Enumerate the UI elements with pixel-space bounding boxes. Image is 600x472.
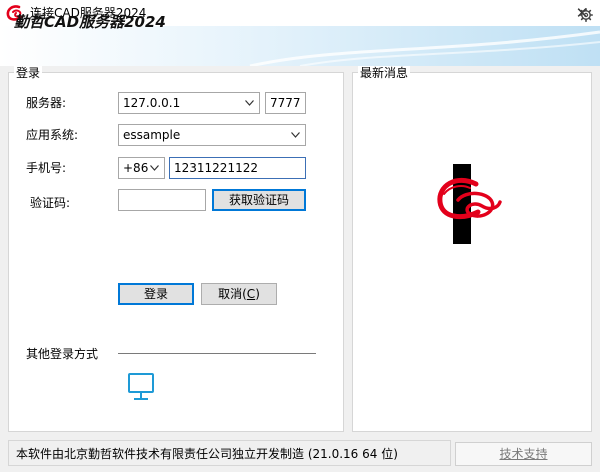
chevron-down-icon — [291, 132, 300, 138]
banner-title: 勤哲CAD服务器2024 — [14, 13, 166, 31]
other-login-divider — [118, 353, 316, 354]
country-code-combobox[interactable]: +86 — [118, 157, 165, 179]
copyright-text: 本软件由北京勤哲软件技术有限责任公司独立开发制造 (21.0.16 64 位) — [16, 447, 398, 461]
get-code-button[interactable]: 获取验证码 — [212, 189, 306, 211]
news-group-caption: 最新消息 — [358, 66, 411, 80]
cancel-hotkey: C — [246, 287, 256, 301]
cancel-label-prefix: 取消( — [218, 287, 247, 301]
server-label: 服务器: — [26, 96, 67, 110]
banner-wave-decoration — [249, 30, 600, 66]
chevron-down-icon — [150, 165, 159, 171]
verification-code-label: 验证码: — [30, 196, 71, 210]
phone-input[interactable]: 12311221122 — [169, 157, 306, 179]
chevron-down-icon — [245, 100, 254, 106]
login-group-caption: 登录 — [14, 66, 43, 80]
server-combobox[interactable]: 127.0.0.1 — [118, 92, 260, 114]
country-code-value: +86 — [123, 161, 149, 175]
tech-support-button[interactable]: 技术支持 — [455, 442, 592, 466]
banner — [0, 26, 600, 66]
app-system-label: 应用系统: — [26, 128, 79, 142]
server-value: 127.0.0.1 — [123, 96, 181, 110]
phone-label: 手机号: — [26, 161, 67, 175]
login-button[interactable]: 登录 — [118, 283, 194, 305]
cancel-button[interactable]: 取消(C) — [201, 283, 277, 305]
monitor-icon[interactable] — [126, 372, 156, 402]
port-input[interactable]: 7777 — [265, 92, 306, 114]
app-system-combobox[interactable]: essample — [118, 124, 306, 146]
other-login-methods-label: 其他登录方式 — [26, 347, 99, 361]
verification-code-input[interactable] — [118, 189, 206, 211]
cancel-label-suffix: ) — [255, 287, 260, 301]
company-logo-icon — [436, 164, 502, 244]
news-group — [352, 72, 592, 432]
app-system-value: essample — [123, 128, 181, 142]
gear-icon[interactable] — [579, 8, 593, 22]
